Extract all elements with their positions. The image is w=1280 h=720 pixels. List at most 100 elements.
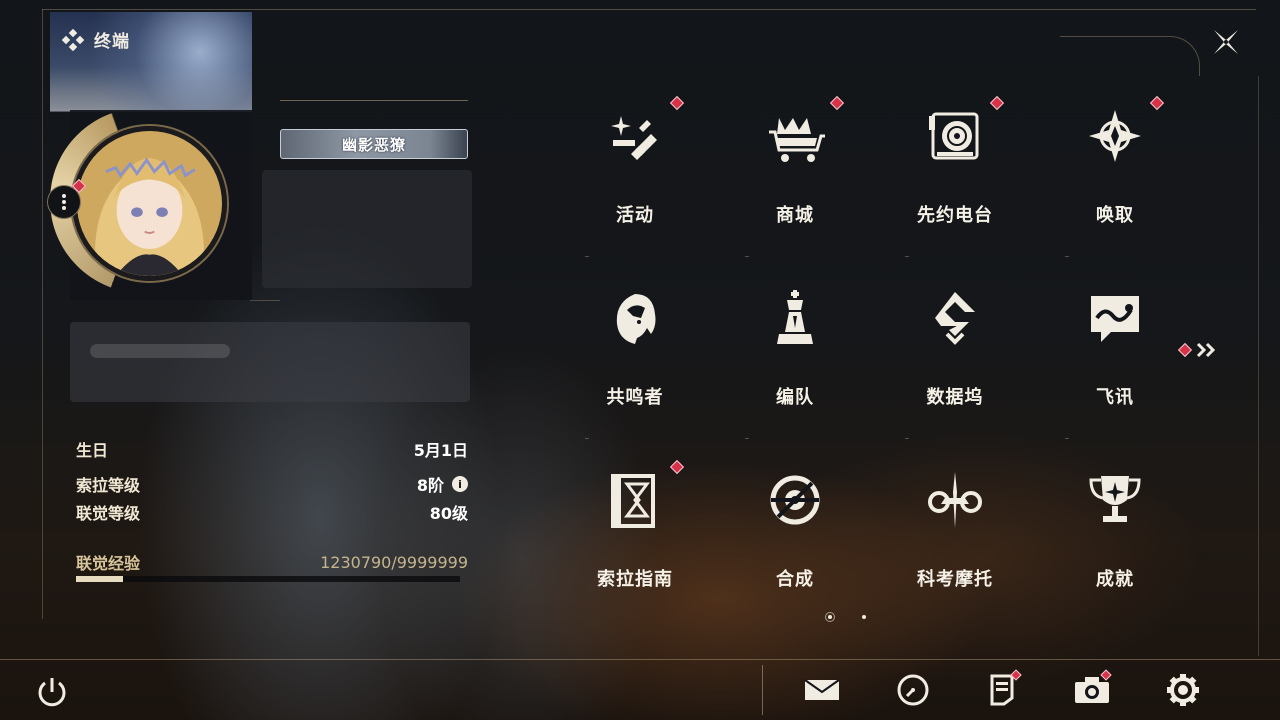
shop-cart-crown-icon (769, 118, 825, 162)
events-clock-button[interactable] (893, 670, 933, 710)
menu-item-label: 共鸣者 (606, 387, 664, 408)
activity-sparkle-icon (611, 116, 657, 160)
menu-item-team[interactable]: 编队 (715, 268, 875, 448)
compass-star-icon (1089, 110, 1141, 162)
terminal-diamond-icon (62, 28, 84, 51)
notice-button[interactable] (982, 669, 1022, 710)
more-dots-icon (62, 194, 66, 210)
page-dot-1[interactable] (825, 612, 835, 622)
stat-label: 索拉等级 (76, 476, 141, 495)
menu-item-label: 科考摩托 (917, 569, 993, 590)
power-button[interactable] (34, 674, 70, 710)
player-name-badge[interactable]: 幽影恶獠 (280, 129, 468, 159)
stat-label: 生日 (76, 441, 109, 460)
bottom-bar-separator (762, 665, 763, 715)
stat-row-sol-rank: 索拉等级 8阶 i (76, 471, 468, 497)
menu-item-label: 数据坞 (926, 387, 984, 408)
notice-icon (990, 674, 1014, 706)
info-icon[interactable]: i (452, 476, 468, 492)
menu-item-shop[interactable]: 商城 (715, 86, 875, 266)
frame-corner-curve (1060, 36, 1200, 76)
mail-button[interactable] (802, 670, 842, 710)
power-icon (38, 678, 66, 707)
frame-top-line (42, 9, 1256, 10)
motorcycle-icon (928, 472, 982, 528)
page-dot-2[interactable] (859, 612, 869, 622)
data-dock-icon (935, 292, 975, 345)
exp-progress-bar (76, 576, 460, 582)
stat-row-union-level: 联觉等级 80级 (76, 499, 468, 525)
exp-label: 联觉经验 (76, 554, 141, 573)
page-indicator (825, 612, 869, 622)
next-page-button[interactable] (1177, 338, 1224, 362)
exp-value: 1230790/9999999 (320, 552, 468, 572)
stat-value: 5月1日 (413, 441, 468, 460)
menu-item-sol-guide[interactable]: 索拉指南 (555, 450, 715, 630)
close-icon (1214, 30, 1238, 54)
camera-button[interactable] (1072, 669, 1112, 710)
menu-item-synthesis[interactable]: 合成 (715, 450, 875, 630)
grid-tick (745, 256, 749, 257)
chess-team-icon (777, 290, 813, 344)
menu-item-label: 商城 (776, 205, 814, 226)
settings-button[interactable] (1163, 670, 1203, 710)
menu-item-label: 合成 (776, 569, 814, 590)
bottom-bar-divider (0, 659, 1280, 660)
grid-tick (905, 438, 909, 439)
resonator-head-icon (616, 294, 656, 344)
page-dot-inner (828, 615, 832, 619)
menu-item-label: 先约电台 (917, 205, 993, 226)
convene-badge (1149, 95, 1165, 111)
stat-value: 80级 (429, 504, 468, 523)
menu-item-data-dock[interactable]: 数据坞 (875, 268, 1035, 448)
menu-item-convene[interactable]: 唤取 (1035, 86, 1195, 266)
menu-grid: 活动 商城 先约电台 唤取 共鸣者 编队 数据坞 飞讯 索拉指南 合成 科考摩托… (555, 86, 1195, 631)
next-page-badge (1177, 342, 1193, 358)
menu-item-exploration-moto[interactable]: 科考摩托 (875, 450, 1035, 630)
grid-tick (585, 438, 589, 439)
chat-message-icon (1091, 296, 1139, 342)
avatar[interactable] (72, 126, 227, 281)
page-title: 终端 (94, 32, 130, 52)
page-dot-inner (862, 615, 866, 619)
menu-item-label: 唤取 (1096, 205, 1134, 226)
menu-item-messages[interactable]: 飞讯 (1035, 268, 1195, 448)
shop-badge (829, 95, 845, 111)
stat-value-wrap: 8阶 i (417, 472, 468, 496)
clock-icon (897, 674, 929, 706)
close-button[interactable] (1208, 24, 1244, 60)
name-divider (280, 100, 468, 101)
menu-item-radio[interactable]: 先约电台 (875, 86, 1035, 266)
blurred-info-box (262, 170, 472, 288)
blurred-signature-box (70, 322, 470, 402)
grid-tick (1065, 256, 1069, 257)
synthesis-ring-icon (770, 475, 820, 525)
settings-gear-icon (1167, 674, 1199, 706)
player-name: 幽影恶獠 (341, 135, 406, 154)
grid-tick (585, 256, 589, 257)
radio-badge (989, 95, 1005, 111)
menu-item-label: 活动 (616, 205, 654, 226)
page-header: 终端 (62, 27, 130, 52)
menu-item-resonators[interactable]: 共鸣者 (555, 268, 715, 448)
guide-book-icon (611, 474, 655, 528)
menu-item-achievements[interactable]: 成就 (1035, 450, 1195, 630)
menu-item-activity[interactable]: 活动 (555, 86, 715, 266)
radio-turntable-icon (929, 112, 979, 160)
exp-progress-fill (76, 576, 124, 582)
stat-row-union-exp: 联觉经验 1230790/9999999 (76, 549, 468, 575)
sol-guide-badge (669, 459, 685, 475)
grid-tick (905, 256, 909, 257)
menu-item-label: 成就 (1096, 569, 1134, 590)
frame-right-line (1258, 76, 1259, 656)
activity-badge (669, 95, 685, 111)
stat-row-birthday: 生日 5月1日 (76, 436, 468, 462)
blurred-signature-text (90, 344, 230, 358)
double-chevron-right-icon (1196, 342, 1216, 358)
stat-label: 联觉等级 (76, 504, 141, 523)
grid-tick (745, 438, 749, 439)
panel-divider (250, 300, 280, 301)
menu-item-label: 索拉指南 (597, 569, 673, 590)
avatar-portrait-icon (77, 131, 222, 276)
trophy-icon (1089, 476, 1141, 522)
